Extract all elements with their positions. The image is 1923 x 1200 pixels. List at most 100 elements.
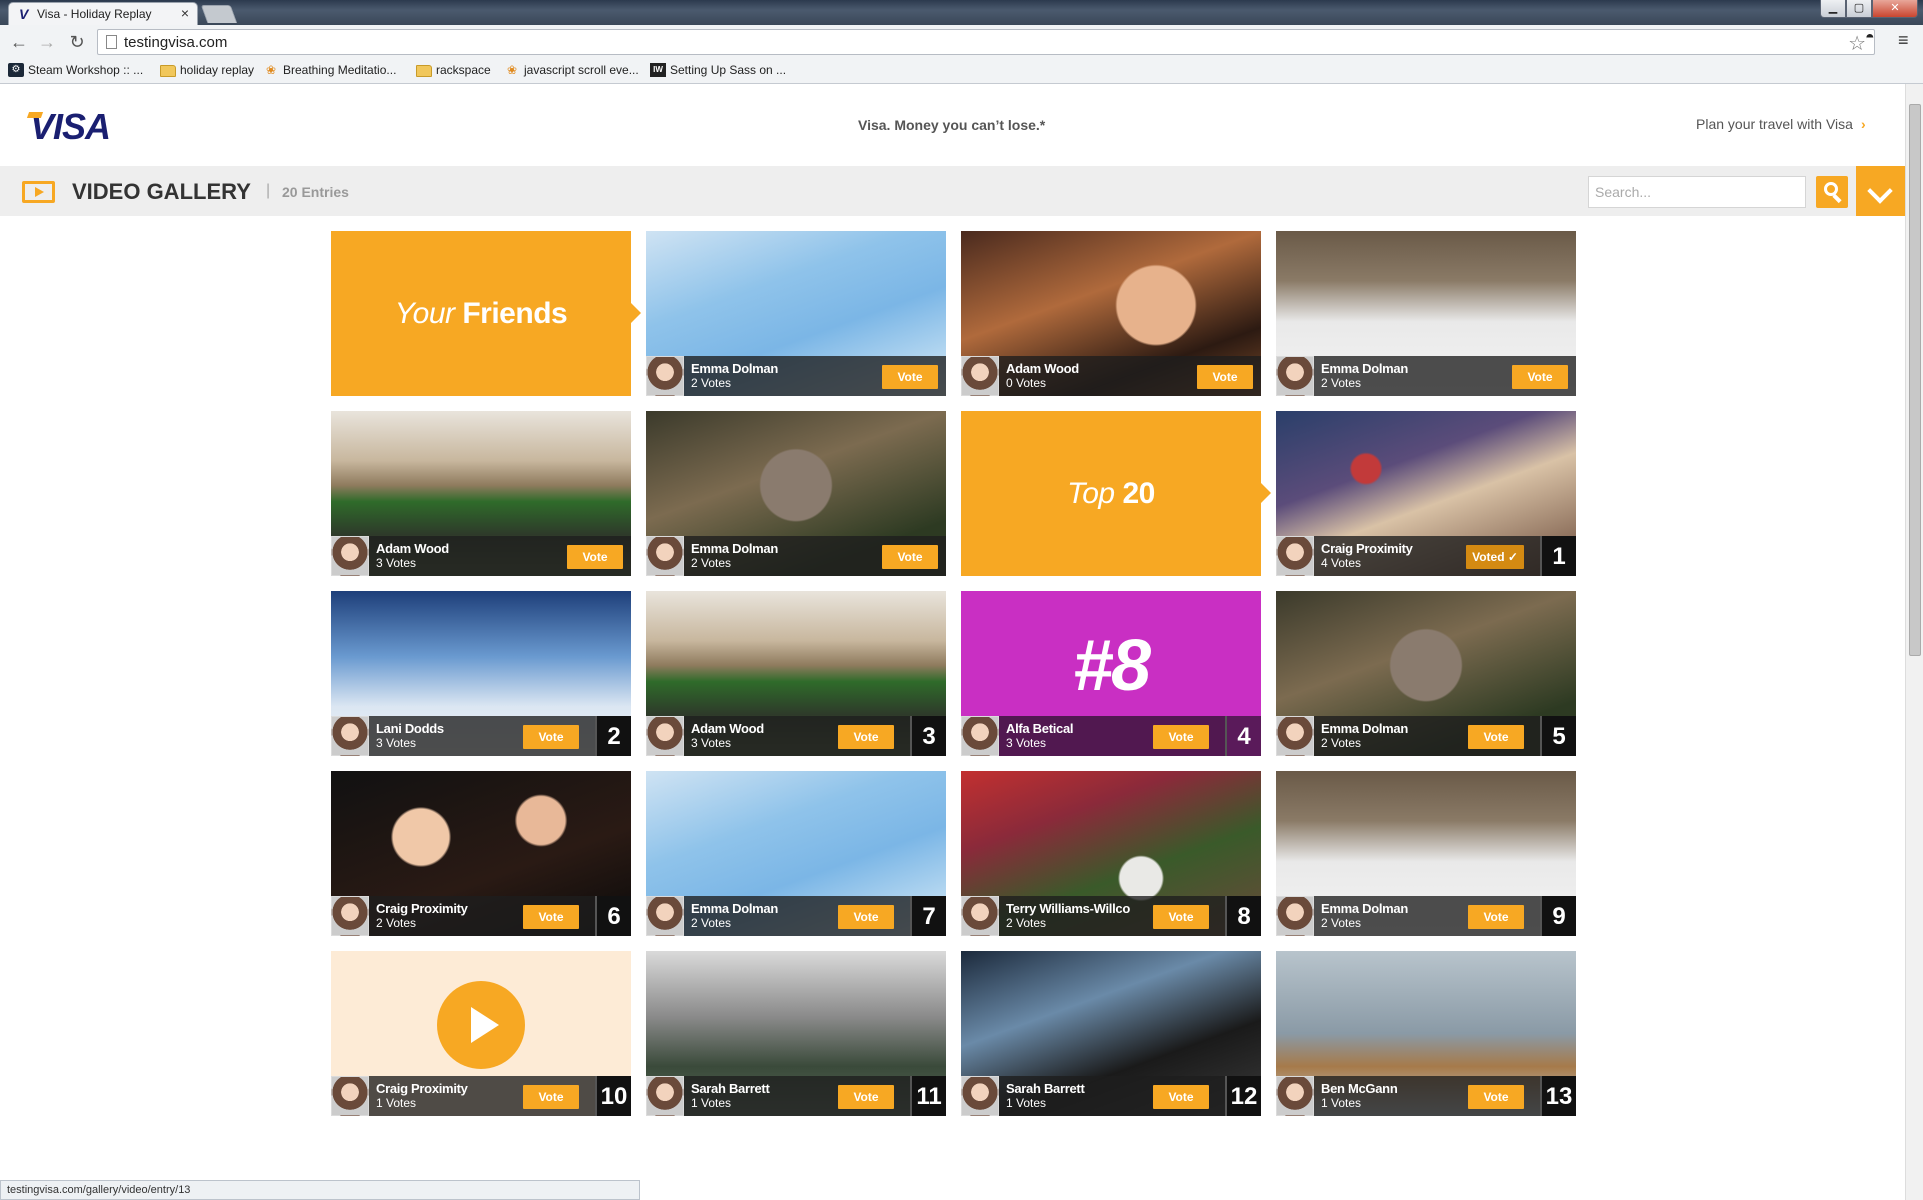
minimize-window-button[interactable]: ▁	[1820, 0, 1846, 18]
chevron-down-icon[interactable]	[1856, 166, 1905, 216]
entry-author[interactable]: Sarah Barrett	[691, 1081, 770, 1096]
entry-author[interactable]: Ben McGann	[1321, 1081, 1398, 1096]
avatar[interactable]	[961, 716, 999, 756]
video-tile[interactable]: Adam Wood 3 Votes Vote	[331, 411, 631, 576]
video-tile[interactable]: Emma Dolman 2 Votes Vote	[646, 231, 946, 396]
entry-author[interactable]: Adam Wood	[376, 541, 449, 556]
bookmark-item[interactable]: ⚙ Steam Workshop :: ...	[8, 63, 143, 79]
avatar[interactable]	[331, 536, 369, 576]
extension-mask-icon[interactable]: ◓	[1865, 29, 1875, 47]
vote-button[interactable]: Vote	[1468, 1085, 1524, 1109]
new-tab-button[interactable]	[200, 5, 238, 23]
video-tile[interactable]: Emma Dolman 2 Votes Vote	[646, 411, 946, 576]
avatar[interactable]	[331, 1076, 369, 1116]
vote-button[interactable]: Vote	[838, 1085, 894, 1109]
video-tile[interactable]: Emma Dolman 2 Votes Vote 5	[1276, 591, 1576, 756]
avatar[interactable]	[646, 896, 684, 936]
vote-button[interactable]: Voted ✓	[1466, 545, 1524, 569]
video-tile[interactable]: Craig Proximity 2 Votes Vote 6	[331, 771, 631, 936]
avatar[interactable]	[331, 716, 369, 756]
browser-tab-active[interactable]: V Visa - Holiday Replay ×	[8, 2, 198, 25]
vote-button[interactable]: Vote	[1153, 1085, 1209, 1109]
entry-author[interactable]: Emma Dolman	[1321, 721, 1408, 736]
vote-button[interactable]: Vote	[523, 725, 579, 749]
forward-arrow-icon[interactable]: →	[36, 31, 58, 53]
vote-button[interactable]: Vote	[1512, 365, 1568, 389]
search-button[interactable]	[1816, 176, 1848, 208]
avatar[interactable]	[1276, 1076, 1314, 1116]
video-tile[interactable]: Adam Wood 3 Votes Vote 3	[646, 591, 946, 756]
video-tile[interactable]: Craig Proximity 1 Votes Vote 10	[331, 951, 631, 1116]
vote-button[interactable]: Vote	[1153, 905, 1209, 929]
entry-author[interactable]: Lani Dodds	[376, 721, 444, 736]
avatar[interactable]	[961, 1076, 999, 1116]
plan-travel-link[interactable]: Plan your travel with Visa ›	[1696, 116, 1866, 132]
video-tile[interactable]: Lani Dodds 3 Votes Vote 2	[331, 591, 631, 756]
avatar[interactable]	[1276, 356, 1314, 396]
vote-button[interactable]: Vote	[882, 545, 938, 569]
avatar[interactable]	[1276, 536, 1314, 576]
avatar[interactable]	[646, 716, 684, 756]
entry-author[interactable]: Craig Proximity	[376, 901, 468, 916]
reload-icon[interactable]: ↻	[66, 31, 88, 53]
video-tile[interactable]: Terry Williams-Willco 2 Votes Vote 8	[961, 771, 1261, 936]
entry-author[interactable]: Terry Williams-Willco	[1006, 901, 1130, 916]
entry-author[interactable]: Emma Dolman	[691, 541, 778, 556]
vote-button[interactable]: Vote	[567, 545, 623, 569]
bookmark-item[interactable]: ❀ javascript scroll eve...	[504, 63, 639, 79]
bookmark-item[interactable]: IW Setting Up Sass on ...	[650, 63, 786, 79]
entry-author[interactable]: Craig Proximity	[376, 1081, 468, 1096]
play-icon[interactable]	[437, 981, 525, 1069]
address-bar[interactable]: testingvisa.com ☆	[97, 29, 1875, 55]
bookmark-item[interactable]: ❀ Breathing Meditatio...	[263, 63, 396, 79]
entry-author[interactable]: Adam Wood	[691, 721, 764, 736]
avatar[interactable]	[961, 896, 999, 936]
avatar[interactable]	[1276, 716, 1314, 756]
close-window-button[interactable]: ✕	[1872, 0, 1918, 18]
vote-button[interactable]: Vote	[1468, 905, 1524, 929]
close-tab-icon[interactable]: ×	[181, 5, 189, 21]
entry-author[interactable]: Craig Proximity	[1321, 541, 1413, 556]
bookmark-item[interactable]: rackspace	[416, 63, 491, 79]
bookmark-star-icon[interactable]: ☆	[1848, 31, 1866, 56]
vertical-scrollbar[interactable]	[1905, 84, 1923, 1200]
vote-button[interactable]: Vote	[1153, 725, 1209, 749]
video-tile[interactable]: Adam Wood 0 Votes Vote	[961, 231, 1261, 396]
video-tile[interactable]: Emma Dolman 2 Votes Vote 9	[1276, 771, 1576, 936]
entry-author[interactable]: Alfa Betical	[1006, 721, 1074, 736]
entry-author[interactable]: Adam Wood	[1006, 361, 1079, 376]
avatar[interactable]	[646, 536, 684, 576]
visa-logo[interactable]: VISA	[26, 106, 111, 148]
promo-tile[interactable]: Top 20	[961, 411, 1271, 576]
video-tile[interactable]: Sarah Barrett 1 Votes Vote 11	[646, 951, 946, 1116]
avatar[interactable]	[961, 356, 999, 396]
vote-button[interactable]: Vote	[1197, 365, 1253, 389]
search-input[interactable]	[1588, 176, 1806, 208]
bookmark-item[interactable]: holiday replay	[160, 63, 254, 79]
video-tile[interactable]: Craig Proximity 4 Votes Voted ✓ 1	[1276, 411, 1576, 576]
vote-button[interactable]: Vote	[882, 365, 938, 389]
video-tile[interactable]: Sarah Barrett 1 Votes Vote 12	[961, 951, 1261, 1116]
maximize-window-button[interactable]: ▢	[1846, 0, 1872, 18]
entry-author[interactable]: Emma Dolman	[1321, 361, 1408, 376]
video-tile[interactable]: Emma Dolman 2 Votes Vote 7	[646, 771, 946, 936]
avatar[interactable]	[646, 356, 684, 396]
vote-button[interactable]: Vote	[523, 905, 579, 929]
vote-button[interactable]: Vote	[838, 905, 894, 929]
avatar[interactable]	[646, 1076, 684, 1116]
back-arrow-icon[interactable]: ←	[8, 31, 30, 53]
entry-author[interactable]: Emma Dolman	[691, 901, 778, 916]
promo-tile[interactable]: Your Friends	[331, 231, 641, 396]
video-tile[interactable]: Ben McGann 1 Votes Vote 13	[1276, 951, 1576, 1116]
scrollbar-thumb[interactable]	[1909, 104, 1921, 656]
avatar[interactable]	[1276, 896, 1314, 936]
entry-author[interactable]: Emma Dolman	[691, 361, 778, 376]
vote-button[interactable]: Vote	[838, 725, 894, 749]
avatar[interactable]	[331, 896, 369, 936]
entry-author[interactable]: Sarah Barrett	[1006, 1081, 1085, 1096]
browser-menu-icon[interactable]: ≡	[1898, 30, 1909, 51]
entry-author[interactable]: Emma Dolman	[1321, 901, 1408, 916]
vote-button[interactable]: Vote	[523, 1085, 579, 1109]
video-tile[interactable]: Emma Dolman 2 Votes Vote	[1276, 231, 1576, 396]
vote-button[interactable]: Vote	[1468, 725, 1524, 749]
